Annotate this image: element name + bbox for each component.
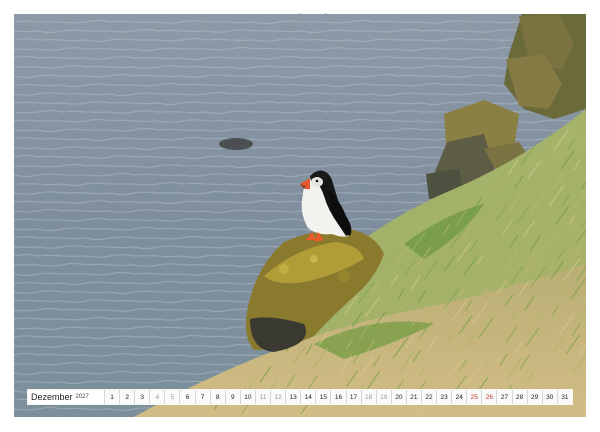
day-cell: 1 <box>104 390 120 404</box>
day-cell: 24 <box>451 390 467 404</box>
day-cell: 29 <box>526 390 542 404</box>
day-cell: 17 <box>345 390 361 404</box>
day-cell: 21 <box>405 390 421 404</box>
day-cell: 31 <box>556 390 572 404</box>
day-cell: 3 <box>134 390 150 404</box>
day-cell: 11 <box>254 390 271 404</box>
day-cell: 9 <box>224 390 240 404</box>
day-cell: 2 <box>119 390 135 404</box>
day-cell: 18 <box>360 390 376 404</box>
day-cell: 5 <box>164 390 180 404</box>
day-cells: 1 2 3 4 5 6 7 8 9 10 11 12 13 14 15 16 17 18 19 20 21 22 23 24 2… <box>104 390 572 404</box>
day-cell: 19 <box>375 390 391 404</box>
day-cell: 30 <box>541 390 557 404</box>
day-cell: 10 <box>239 390 255 404</box>
day-cell: 14 <box>300 390 316 404</box>
day-cell: 7 <box>194 390 210 404</box>
day-cell: 4 <box>149 390 165 404</box>
day-cell: 8 <box>209 390 225 404</box>
day-cell: 16 <box>330 390 346 404</box>
day-cell: 25 <box>466 390 482 404</box>
day-cell: 26 <box>481 390 497 404</box>
day-cell: 28 <box>511 390 527 404</box>
day-cell: 27 <box>496 390 512 404</box>
day-cell: 22 <box>420 390 437 404</box>
day-cell: 6 <box>179 390 195 404</box>
month-name: Dezember <box>31 392 73 402</box>
day-cell: 15 <box>315 390 331 404</box>
calendar-strip: Dezember 2027 1 2 3 4 5 6 7 8 9 10 11 12 13 14 15 16 17 1… <box>28 390 572 404</box>
month-label: Dezember 2027 <box>28 390 104 404</box>
day-cell: 12 <box>270 390 286 404</box>
month-year: 2027 <box>75 394 89 400</box>
day-cell: 13 <box>285 390 301 404</box>
puffin-photo <box>14 14 586 417</box>
day-cell: 20 <box>390 390 406 404</box>
day-cell: 23 <box>436 390 452 404</box>
